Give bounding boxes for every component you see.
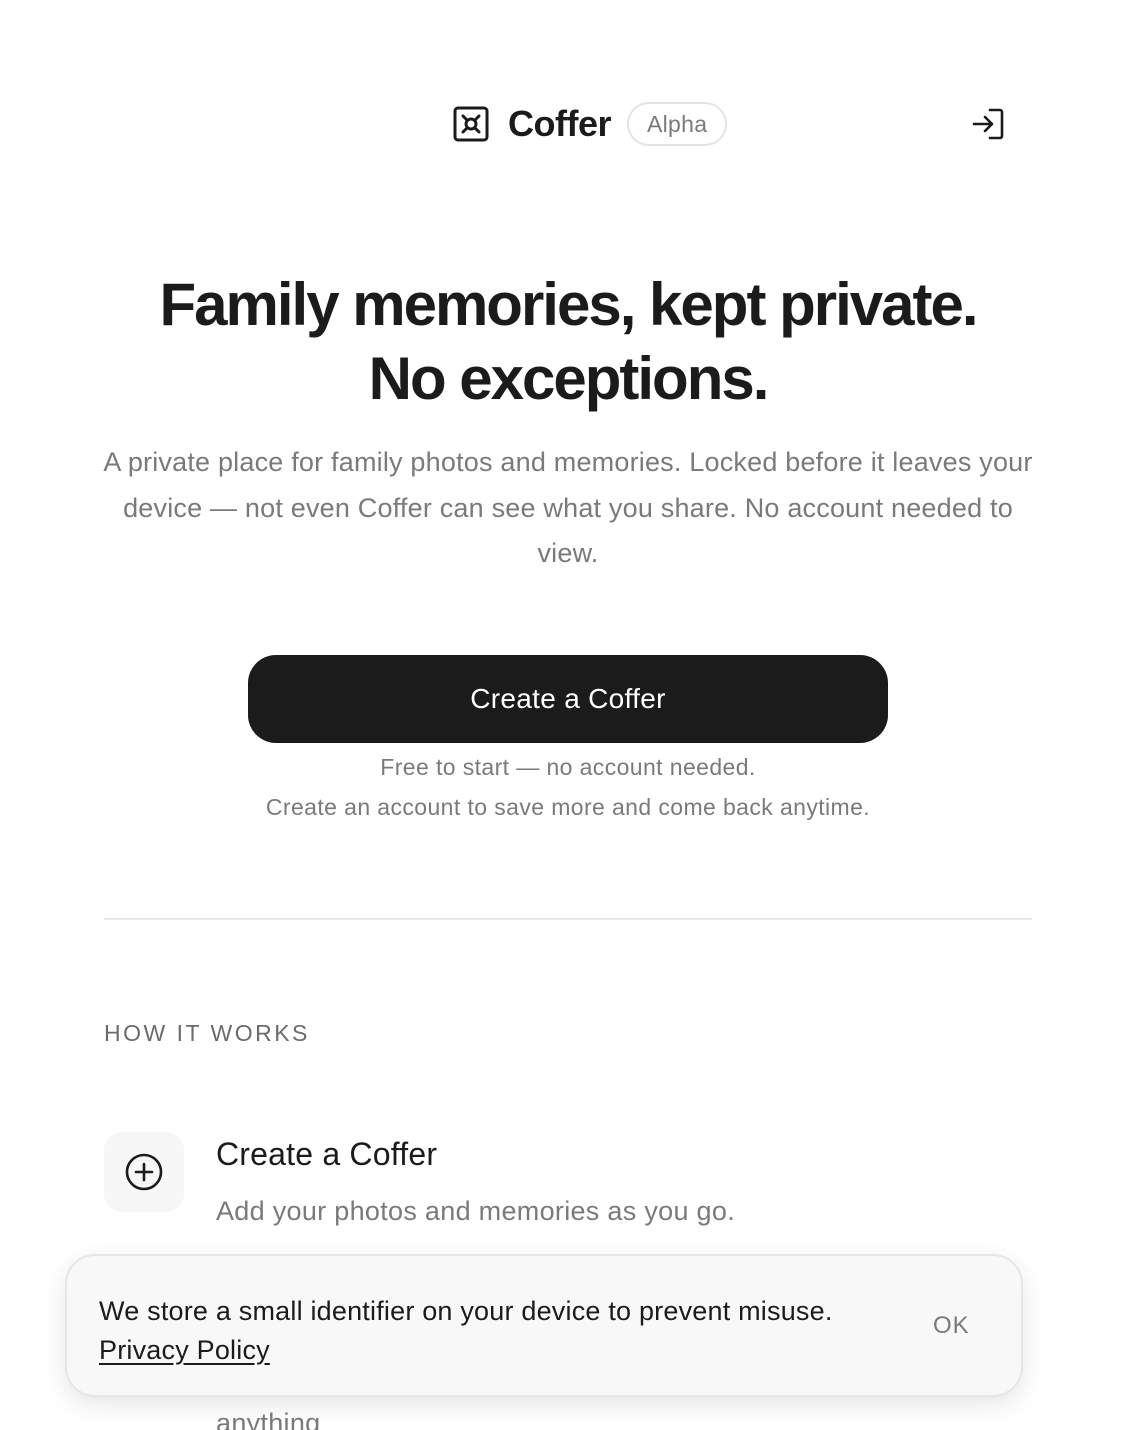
alpha-badge: Alpha: [627, 102, 728, 146]
cookie-banner: We store a small identifier on your devi…: [65, 1254, 1023, 1397]
how-it-works-label: HOW IT WORKS: [104, 1020, 310, 1046]
coffer-logo-icon: [453, 106, 489, 142]
cta-note-free: Free to start — no account needed.: [380, 754, 756, 780]
section-divider: [104, 918, 1032, 920]
step-description: Add your photos and memories as you go.: [216, 1196, 735, 1226]
cookie-message-text: We store a small identifier on your devi…: [99, 1296, 833, 1326]
plus-circle-icon: [125, 1153, 163, 1191]
privacy-policy-link[interactable]: Privacy Policy: [99, 1335, 270, 1365]
step-icon-box: [104, 1132, 184, 1212]
create-coffer-button[interactable]: Create a Coffer: [248, 655, 888, 743]
sign-in-button[interactable]: [968, 104, 1008, 144]
brand-name: Coffer: [508, 103, 612, 144]
landing-page: Coffer Alpha Family memories, kept priva…: [0, 0, 1136, 1430]
sign-in-icon: [972, 108, 1004, 140]
brand[interactable]: Coffer Alpha: [453, 100, 728, 148]
hero-description: A private place for family photos and me…: [103, 447, 1033, 568]
cookie-ok-button[interactable]: OK: [933, 1312, 970, 1340]
hero-title-line-1: Family memories, kept private.: [159, 271, 978, 338]
step-create-coffer: Create a Coffer Add your photos and memo…: [104, 1132, 1032, 1242]
partial-step-text: anything: [216, 1408, 321, 1430]
hero-title: Family memories, kept private. No except…: [0, 268, 1136, 416]
cta-note-account: Create an account to save more and come …: [265, 794, 871, 820]
hero-title-line-2: No exceptions.: [368, 345, 770, 412]
step-title: Create a Coffer: [216, 1136, 438, 1172]
cookie-message: We store a small identifier on your devi…: [99, 1292, 899, 1370]
